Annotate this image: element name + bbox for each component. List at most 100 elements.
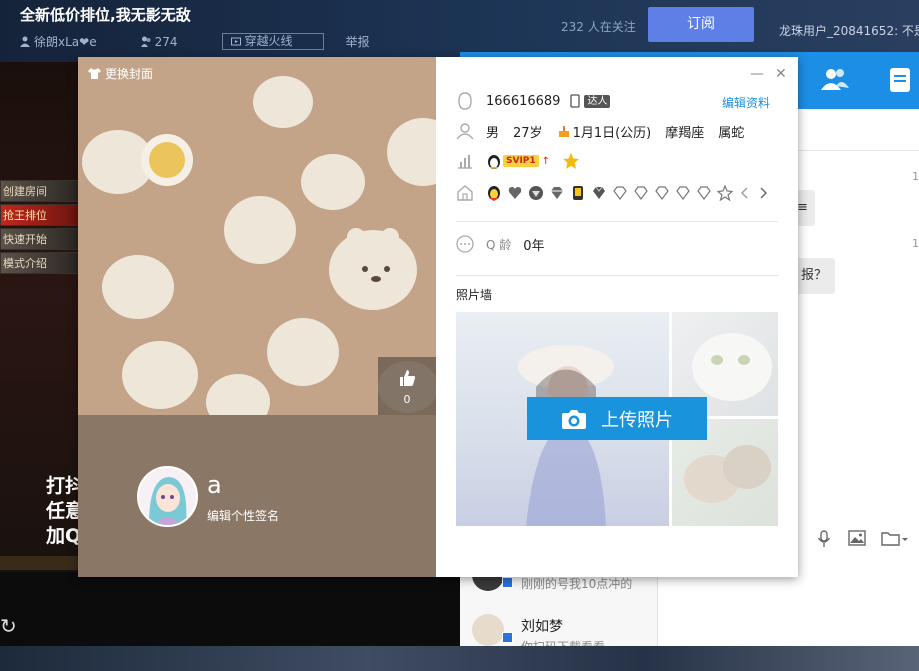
cover-image: 更换封面 0 <box>78 57 436 415</box>
change-cover-label: 更换封面 <box>105 67 154 81</box>
chat-toolbar <box>797 530 919 552</box>
game-icon <box>230 37 241 46</box>
signature[interactable]: 编辑个性签名 <box>207 507 279 524</box>
age: 27岁 <box>513 125 543 141</box>
edit-profile-link[interactable]: 编辑资料 <box>722 94 770 111</box>
divider <box>456 221 778 222</box>
followers-count: 232 人在关注 <box>561 20 636 34</box>
star-badge-icon[interactable] <box>717 185 733 201</box>
chat-time: 1 <box>912 170 919 183</box>
like-button[interactable]: 0 <box>378 357 436 415</box>
friends-icon[interactable] <box>820 64 850 94</box>
nickname[interactable]: a <box>207 471 222 499</box>
upload-photo-button[interactable]: 上传照片 <box>527 397 707 440</box>
q-age-label: Q 龄 <box>486 237 512 252</box>
stream-title: 全新低价排位,我无影无敌 <box>20 6 191 24</box>
penguin-badge-icon[interactable] <box>486 185 502 201</box>
divider <box>456 275 778 276</box>
chat-latest-message: 龙珠用户_20841652: 不是 <box>779 24 919 38</box>
like-count: 0 <box>403 393 411 406</box>
level-chart-icon <box>458 155 472 169</box>
refresh-icon[interactable]: ↻ <box>0 614 17 638</box>
birthday: 1月1日(公历) <box>557 122 652 141</box>
diamond-badge-icon[interactable] <box>654 185 670 201</box>
stream-meta: 徐朗xLa❤e 274 穿越火线 举报 <box>20 33 392 50</box>
subscribe-button[interactable]: 订阅 <box>648 7 754 42</box>
game-menu-item: 创建房间 <box>0 180 80 202</box>
svip-level: SVIP1 <box>503 155 539 167</box>
qq-row: 166616689 达人 <box>456 91 611 111</box>
gender: 男 <box>486 125 500 141</box>
star-icon[interactable] <box>562 152 580 170</box>
game-menu-item: 模式介绍 <box>0 252 80 274</box>
close-icon[interactable]: ✕ <box>775 66 787 82</box>
profile-identity-area <box>78 415 436 577</box>
phone-badge-icon[interactable] <box>570 185 586 201</box>
background-strip <box>0 646 919 671</box>
contact-name: 刘如梦 <box>521 619 563 635</box>
document-icon[interactable] <box>886 64 916 94</box>
chevron-right-icon[interactable] <box>758 186 768 200</box>
game-name: 穿越火线 <box>244 34 293 48</box>
camera-icon <box>562 409 586 429</box>
game-menu: 创建房间 抢王排位 快速开始 模式介绍 <box>0 180 80 276</box>
online-badge <box>502 632 513 643</box>
diamond-badge-icon[interactable] <box>612 185 628 201</box>
diamond-badge-icon[interactable] <box>633 185 649 201</box>
penguin-icon <box>488 155 500 169</box>
video-controls-area <box>0 572 460 646</box>
person-icon <box>456 123 474 140</box>
phone-icon <box>570 94 581 108</box>
badge-list <box>486 185 768 201</box>
diamond-badge-icon[interactable] <box>675 185 691 201</box>
chevron-left-icon[interactable] <box>740 186 750 200</box>
q-age-value: 0年 <box>523 238 545 254</box>
image-icon[interactable] <box>848 530 866 546</box>
minimize-icon[interactable]: — <box>750 66 764 82</box>
heart-badge-icon[interactable] <box>507 185 523 201</box>
game-menu-item: 抢王排位 <box>0 204 80 226</box>
contact-list: 刚刚的号我10点冲的 刘如梦 你扫码下载看看 <box>460 559 658 654</box>
chat-time: 1 <box>912 237 919 250</box>
online-badge <box>502 577 513 588</box>
daren-badge[interactable]: 达人 <box>568 94 611 108</box>
game-menu-item: 快速开始 <box>0 228 80 250</box>
svip-up-arrow: ↑ <box>541 155 551 167</box>
zodiac: 摩羯座 <box>665 125 705 141</box>
more-icon <box>456 235 474 253</box>
microphone-icon[interactable] <box>817 530 831 548</box>
home-icon <box>457 185 473 201</box>
diamond-badge-icon[interactable] <box>696 185 712 201</box>
user-icon <box>20 36 30 47</box>
game-hud-strip <box>0 556 80 570</box>
badges-row <box>456 183 768 203</box>
thumbs-up-icon <box>400 370 416 386</box>
viewer-number: 274 <box>154 34 178 49</box>
upload-label: 上传照片 <box>601 409 673 431</box>
shield-badge-icon[interactable] <box>528 185 544 201</box>
birthday-date: 1月1日(公历) <box>572 125 652 141</box>
profile-card: 更换封面 0 a 编辑个性签名 — ✕ 166616689 达人 编辑资料 男 … <box>78 57 798 577</box>
game-tag[interactable]: 穿越火线 <box>221 33 324 50</box>
streamer-name: 徐朗xLa❤e <box>34 35 97 49</box>
penguin-icon <box>458 92 472 110</box>
profile-info: — ✕ 166616689 达人 编辑资料 男 27岁 1月1日(公历) 摩羯座… <box>436 57 798 577</box>
viewer-count: 274 <box>140 34 200 49</box>
photo-wall-title: 照片墙 <box>456 288 493 302</box>
q-age-row: Q 龄 0年 <box>456 234 545 254</box>
svip-badge[interactable]: SVIP1 ↑ <box>486 153 550 169</box>
folder-icon[interactable] <box>881 530 909 546</box>
avatar-image <box>139 468 196 525</box>
diamond-badge-icon[interactable] <box>591 185 607 201</box>
daren-label: 达人 <box>584 94 611 108</box>
photo-wall: 上传照片 <box>456 312 778 526</box>
avatar <box>472 614 504 646</box>
basic-info-row: 男 27岁 1月1日(公历) 摩羯座 属蛇 <box>456 121 744 141</box>
avatar[interactable] <box>137 466 198 527</box>
diamond-badge-icon[interactable] <box>549 185 565 201</box>
chat-bubble: 报？ <box>793 258 836 294</box>
report-link[interactable]: 举报 <box>346 33 370 50</box>
streamer-link[interactable]: 徐朗xLa❤e <box>20 33 119 50</box>
change-cover-button[interactable]: 更换封面 <box>88 65 153 82</box>
chinese-zodiac: 属蛇 <box>718 125 745 141</box>
